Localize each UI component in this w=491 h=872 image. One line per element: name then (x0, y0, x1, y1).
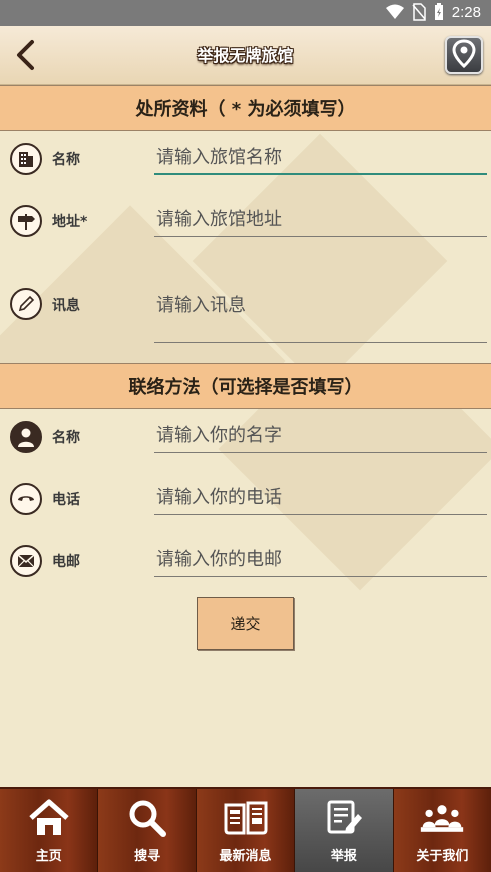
contact-phone-input[interactable] (154, 481, 487, 515)
section-header-contact: 联络方法（可选择是否填写） (0, 363, 491, 409)
clock: 2:28 (451, 3, 481, 21)
person-icon (10, 421, 42, 453)
venue-name-input[interactable] (154, 141, 487, 175)
home-icon (26, 795, 72, 841)
battery-icon (434, 3, 443, 20)
section-header-venue: 处所资料（ * 为必须填写） (0, 85, 491, 131)
contact-name-input[interactable] (154, 419, 487, 453)
map-pin-icon (452, 39, 476, 69)
page-title: 举报无牌旅馆 (197, 46, 294, 65)
bottom-navigation: 主页 搜寻 最新消息 举报 关于我们 (0, 787, 491, 872)
venue-form: 名称 地址* 讯息 (0, 131, 491, 363)
nav-tab-news[interactable]: 最新消息 (196, 789, 296, 872)
venue-address-input[interactable] (154, 203, 487, 237)
contact-email-input[interactable] (154, 543, 487, 577)
report-icon (321, 795, 367, 841)
nav-tab-search[interactable]: 搜寻 (98, 789, 197, 872)
title-bar: 举报无牌旅馆 (0, 26, 491, 85)
nav-tab-about[interactable]: 关于我们 (393, 789, 491, 872)
message-input[interactable] (154, 283, 487, 343)
nav-tab-about-label: 关于我们 (416, 849, 469, 864)
newspaper-icon (223, 795, 269, 841)
status-bar: 2:28 (0, 0, 491, 26)
search-icon (124, 795, 170, 841)
nav-tab-search-label: 搜寻 (134, 849, 161, 864)
phone-icon (10, 483, 42, 515)
wifi-icon (385, 4, 404, 19)
pencil-icon (10, 288, 42, 320)
venue-name-label: 名称 (52, 152, 80, 168)
nav-tab-report-label: 举报 (330, 849, 357, 864)
no-sim-icon (412, 3, 426, 21)
contact-phone-label: 电话 (52, 492, 80, 508)
nav-tab-report[interactable]: 举报 (295, 789, 394, 872)
envelope-icon (10, 545, 42, 577)
building-icon (10, 143, 42, 175)
venue-address-label: 地址* (52, 214, 88, 230)
nav-tab-home-label: 主页 (35, 849, 62, 864)
nav-tab-news-label: 最新消息 (219, 849, 272, 864)
contact-name-label: 名称 (52, 430, 80, 446)
contact-email-label: 电邮 (52, 554, 80, 570)
map-location-button[interactable] (445, 36, 483, 74)
message-label: 讯息 (52, 298, 80, 314)
signpost-icon (10, 205, 42, 237)
about-us-icon (419, 795, 465, 841)
submit-button[interactable]: 递交 (197, 597, 294, 650)
nav-tab-home[interactable]: 主页 (0, 789, 99, 872)
